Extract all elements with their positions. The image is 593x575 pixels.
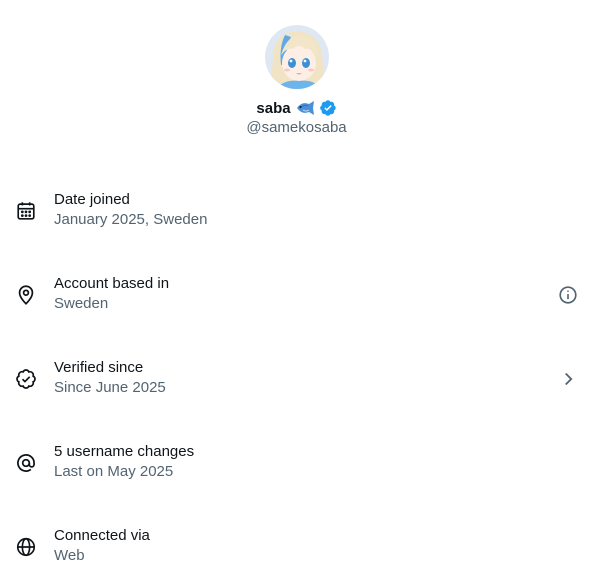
globe-icon bbox=[15, 536, 37, 558]
row-subtitle: January 2025, Sweden bbox=[54, 211, 208, 228]
row-text: Verified since Since June 2025 bbox=[54, 358, 166, 398]
row-text: Connected via Web bbox=[54, 526, 150, 566]
row-title: 5 username changes bbox=[54, 443, 195, 460]
info-row-date-joined: Date joined January 2025, Sweden bbox=[0, 185, 593, 237]
row-text: Date joined January 2025, Sweden bbox=[54, 190, 207, 230]
info-icon[interactable] bbox=[557, 284, 579, 306]
username-handle[interactable]: @samekosaba bbox=[246, 119, 346, 136]
profile-header: saba @samekosaba bbox=[0, 25, 593, 136]
verified-check-icon bbox=[15, 368, 37, 390]
row-title: Verified since bbox=[54, 359, 144, 376]
info-row-connected-via: Connected via Web bbox=[0, 521, 593, 573]
row-title: Date joined bbox=[54, 191, 130, 208]
info-row-verified-since[interactable]: Verified since Since June 2025 bbox=[0, 353, 593, 405]
location-pin-icon bbox=[15, 284, 37, 306]
verified-badge-icon[interactable] bbox=[319, 99, 337, 117]
info-row-account-based-in: Account based in Sweden bbox=[0, 269, 593, 321]
fish-emoji-icon bbox=[295, 99, 315, 117]
row-subtitle: Web bbox=[54, 547, 85, 564]
calendar-icon bbox=[15, 200, 37, 222]
row-title: Account based in bbox=[54, 275, 170, 292]
about-account-page: saba @samekosaba Date joined January 202… bbox=[0, 0, 593, 575]
row-text: 5 username changes Last on May 2025 bbox=[54, 442, 194, 482]
row-subtitle: Since June 2025 bbox=[54, 379, 166, 396]
name-row: saba bbox=[256, 98, 336, 118]
avatar[interactable] bbox=[264, 25, 329, 89]
display-name[interactable]: saba bbox=[256, 100, 290, 117]
row-subtitle: Sweden bbox=[54, 295, 109, 312]
row-text: Account based in Sweden bbox=[54, 274, 169, 314]
row-title: Connected via bbox=[54, 527, 150, 544]
row-subtitle: Last on May 2025 bbox=[54, 463, 174, 480]
info-row-username-changes: 5 username changes Last on May 2025 bbox=[0, 437, 593, 489]
chevron-right-icon[interactable] bbox=[557, 368, 579, 390]
at-sign-icon bbox=[15, 452, 37, 474]
